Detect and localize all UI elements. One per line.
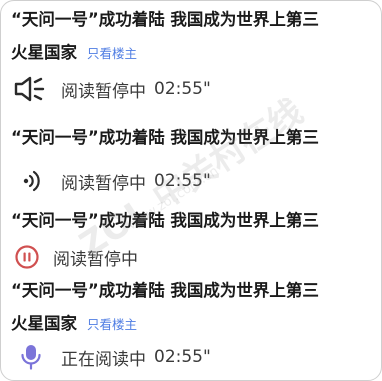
author-name[interactable]: 火星国家 [11, 39, 77, 63]
speaker-icon[interactable] [13, 76, 49, 102]
screenshot-frame: “天问一号”成功着陆 我国成为世界上第三 火星国家 只看楼主 阅读暂停中 02:… [0, 0, 382, 381]
post-title[interactable]: “天问一号”成功着陆 我国成为世界上第三 [11, 207, 319, 231]
author-row: 火星国家 只看楼主 [11, 39, 137, 63]
status-time: 02:55" [154, 171, 211, 191]
view-op-only-link[interactable]: 只看楼主 [87, 43, 137, 62]
status-time: 02:55" [154, 79, 211, 99]
read-status-row: 阅读暂停中 [13, 244, 146, 270]
read-status-row: 阅读暂停中 02:55" [13, 168, 211, 194]
status-label: 阅读暂停中 [53, 249, 138, 270]
author-row: 火星国家 只看楼主 [11, 310, 137, 334]
post-title[interactable]: “天问一号”成功着陆 我国成为世界上第三 [11, 277, 319, 301]
status-label: 正在阅读中 [61, 349, 146, 370]
status-label: 阅读暂停中 [61, 173, 146, 194]
post-title[interactable]: “天问一号”成功着陆 我国成为世界上第三 [11, 124, 319, 148]
post-title[interactable]: “天问一号”成功着陆 我国成为世界上第三 [11, 6, 319, 30]
view-op-only-link[interactable]: 只看楼主 [87, 314, 137, 333]
microphone-icon[interactable] [13, 343, 49, 371]
sound-wave-icon[interactable] [13, 168, 49, 194]
author-name[interactable]: 火星国家 [11, 310, 77, 334]
status-label: 阅读暂停中 [61, 81, 146, 102]
read-status-row: 阅读暂停中 02:55" [13, 76, 211, 102]
pause-circle-icon[interactable] [13, 244, 41, 270]
read-status-row: 正在阅读中 02:55" [13, 343, 211, 371]
status-time: 02:55" [154, 347, 211, 367]
